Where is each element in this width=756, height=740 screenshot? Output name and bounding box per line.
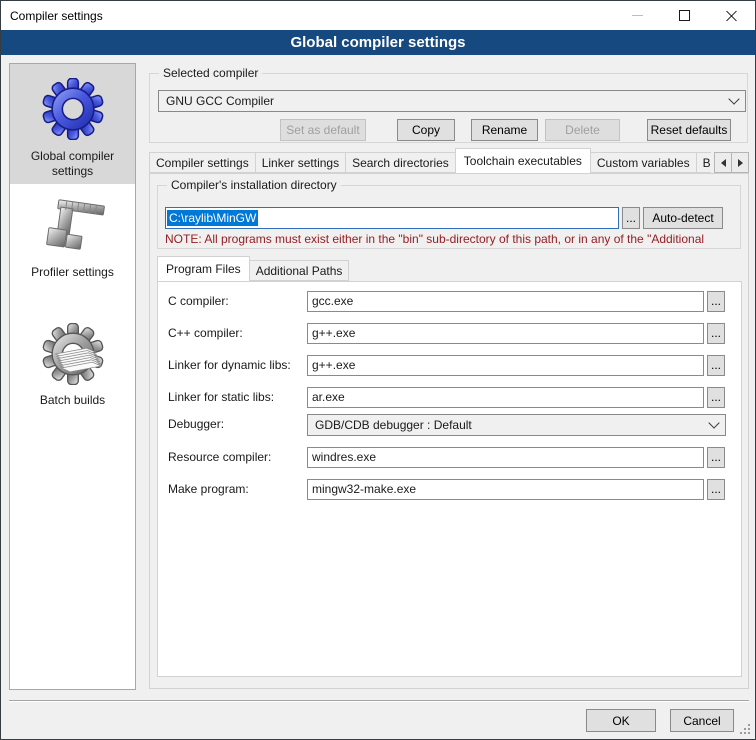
tab-scroll-left-button[interactable] xyxy=(714,152,732,173)
installation-directory-input[interactable]: C:\raylib\MinGW xyxy=(165,207,619,229)
program-files-page: C compiler: gcc.exe ... C++ compiler: g+… xyxy=(157,281,742,677)
field-value: g++.exe xyxy=(312,358,355,372)
field-row: Debugger: GDB/CDB debugger : Default xyxy=(158,414,741,436)
window-controls xyxy=(614,1,755,30)
field-row: Resource compiler: windres.exe ... xyxy=(158,447,741,469)
tab-search-directories[interactable]: Search directories xyxy=(345,152,456,173)
resize-grip[interactable] xyxy=(739,723,751,735)
browse-static-linker-button[interactable]: ... xyxy=(707,387,725,408)
selected-compiler-group: Selected compiler GNU GCC Compiler Set a… xyxy=(149,73,748,143)
field-label: C++ compiler: xyxy=(168,323,243,344)
field-value: g++.exe xyxy=(312,326,355,340)
settings-tabstrip: Compiler settings Linker settings Search… xyxy=(149,148,749,174)
browse-cpp-compiler-button[interactable]: ... xyxy=(707,323,725,344)
ok-button[interactable]: OK xyxy=(586,709,656,732)
field-row: C++ compiler: g++.exe ... xyxy=(158,323,741,345)
tab-build-options[interactable]: Build options xyxy=(696,152,711,173)
field-value: gcc.exe xyxy=(312,294,353,308)
blue-gear-icon xyxy=(42,78,104,140)
sidebar-item-label: Profiler settings xyxy=(18,265,128,280)
titlebar[interactable]: Compiler settings xyxy=(1,1,755,30)
caliper-icon xyxy=(41,197,105,261)
field-label: C compiler: xyxy=(168,291,229,312)
tab-toolchain-executables[interactable]: Toolchain executables xyxy=(455,148,591,174)
tab-scroll-arrows xyxy=(715,152,749,173)
sidebar-item-global-compiler-settings[interactable]: Global compiler settings xyxy=(10,64,135,184)
field-value: windres.exe xyxy=(312,450,376,464)
auto-detect-button[interactable]: Auto-detect xyxy=(643,207,723,229)
browse-resource-compiler-button[interactable]: ... xyxy=(707,447,725,468)
delete-button: Delete xyxy=(545,119,620,141)
gray-gear-papers-icon xyxy=(41,323,105,385)
reset-defaults-button[interactable]: Reset defaults xyxy=(647,119,731,141)
page-title: Global compiler settings xyxy=(1,30,755,55)
field-value: GDB/CDB debugger : Default xyxy=(315,418,472,432)
browse-make-program-button[interactable]: ... xyxy=(707,479,725,500)
close-icon xyxy=(726,10,737,21)
tab-additional-paths[interactable]: Additional Paths xyxy=(249,260,350,281)
field-label: Linker for static libs: xyxy=(168,387,274,408)
maximize-icon xyxy=(679,10,690,21)
field-row: Linker for static libs: ar.exe ... xyxy=(158,387,741,409)
settings-sidebar: Global compiler settings xyxy=(9,63,136,690)
field-label: Resource compiler: xyxy=(168,447,271,468)
field-row: Linker for dynamic libs: g++.exe ... xyxy=(158,355,741,377)
program-files-tabstrip: Program Files Additional Paths xyxy=(157,256,348,282)
window-title: Compiler settings xyxy=(1,9,103,23)
dynamic-linker-input[interactable]: g++.exe xyxy=(307,355,704,376)
tab-scroll-right-button[interactable] xyxy=(731,152,749,173)
set-as-default-button: Set as default xyxy=(280,119,366,141)
tab-linker-settings[interactable]: Linker settings xyxy=(255,152,346,173)
c-compiler-input[interactable]: gcc.exe xyxy=(307,291,704,312)
chevron-down-icon xyxy=(708,417,719,428)
static-linker-input[interactable]: ar.exe xyxy=(307,387,704,408)
field-label: Linker for dynamic libs: xyxy=(168,355,291,376)
sidebar-item-batch-builds[interactable]: Batch builds xyxy=(10,299,135,408)
field-row: Make program: mingw32-make.exe ... xyxy=(158,479,741,501)
sidebar-item-label: Global compiler settings xyxy=(18,149,128,179)
compiler-settings-dialog: Compiler settings Global compiler settin… xyxy=(0,0,756,740)
resource-compiler-input[interactable]: windres.exe xyxy=(307,447,704,468)
field-value: ar.exe xyxy=(312,390,345,404)
sidebar-item-profiler-settings[interactable]: Profiler settings xyxy=(10,184,135,299)
browse-directory-button[interactable]: ... xyxy=(622,207,640,229)
compiler-select[interactable]: GNU GCC Compiler xyxy=(158,90,746,112)
arrow-right-icon xyxy=(738,159,743,167)
tab-program-files[interactable]: Program Files xyxy=(157,256,250,282)
installation-directory-group: Compiler's installation directory C:\ray… xyxy=(157,185,741,249)
selected-path-text: C:\raylib\MinGW xyxy=(167,210,258,226)
copy-button[interactable]: Copy xyxy=(397,119,455,141)
footer-divider xyxy=(9,700,749,702)
resize-grip-dots xyxy=(740,724,742,726)
compiler-select-value: GNU GCC Compiler xyxy=(166,94,274,108)
tabs-clip: Compiler settings Linker settings Search… xyxy=(149,148,711,174)
chevron-down-icon xyxy=(728,93,739,104)
minimize-icon xyxy=(632,15,643,16)
field-label: Make program: xyxy=(168,479,249,500)
field-value: mingw32-make.exe xyxy=(312,482,416,496)
debugger-select[interactable]: GDB/CDB debugger : Default xyxy=(307,414,726,436)
close-button[interactable] xyxy=(708,1,755,30)
group-legend: Compiler's installation directory xyxy=(167,179,341,192)
arrow-left-icon xyxy=(721,159,726,167)
tab-compiler-settings[interactable]: Compiler settings xyxy=(149,152,256,173)
field-label: Debugger: xyxy=(168,414,224,435)
make-program-input[interactable]: mingw32-make.exe xyxy=(307,479,704,500)
field-row: C compiler: gcc.exe ... xyxy=(158,291,741,313)
browse-c-compiler-button[interactable]: ... xyxy=(707,291,725,312)
minimize-button xyxy=(614,1,661,30)
cpp-compiler-input[interactable]: g++.exe xyxy=(307,323,704,344)
cancel-button[interactable]: Cancel xyxy=(670,709,734,732)
maximize-button[interactable] xyxy=(661,1,708,30)
group-legend: Selected compiler xyxy=(159,67,262,80)
note-text: NOTE: All programs must exist either in … xyxy=(165,232,735,247)
rename-button[interactable]: Rename xyxy=(471,119,538,141)
browse-dynamic-linker-button[interactable]: ... xyxy=(707,355,725,376)
tab-custom-variables[interactable]: Custom variables xyxy=(590,152,697,173)
sidebar-item-label: Batch builds xyxy=(18,393,128,408)
